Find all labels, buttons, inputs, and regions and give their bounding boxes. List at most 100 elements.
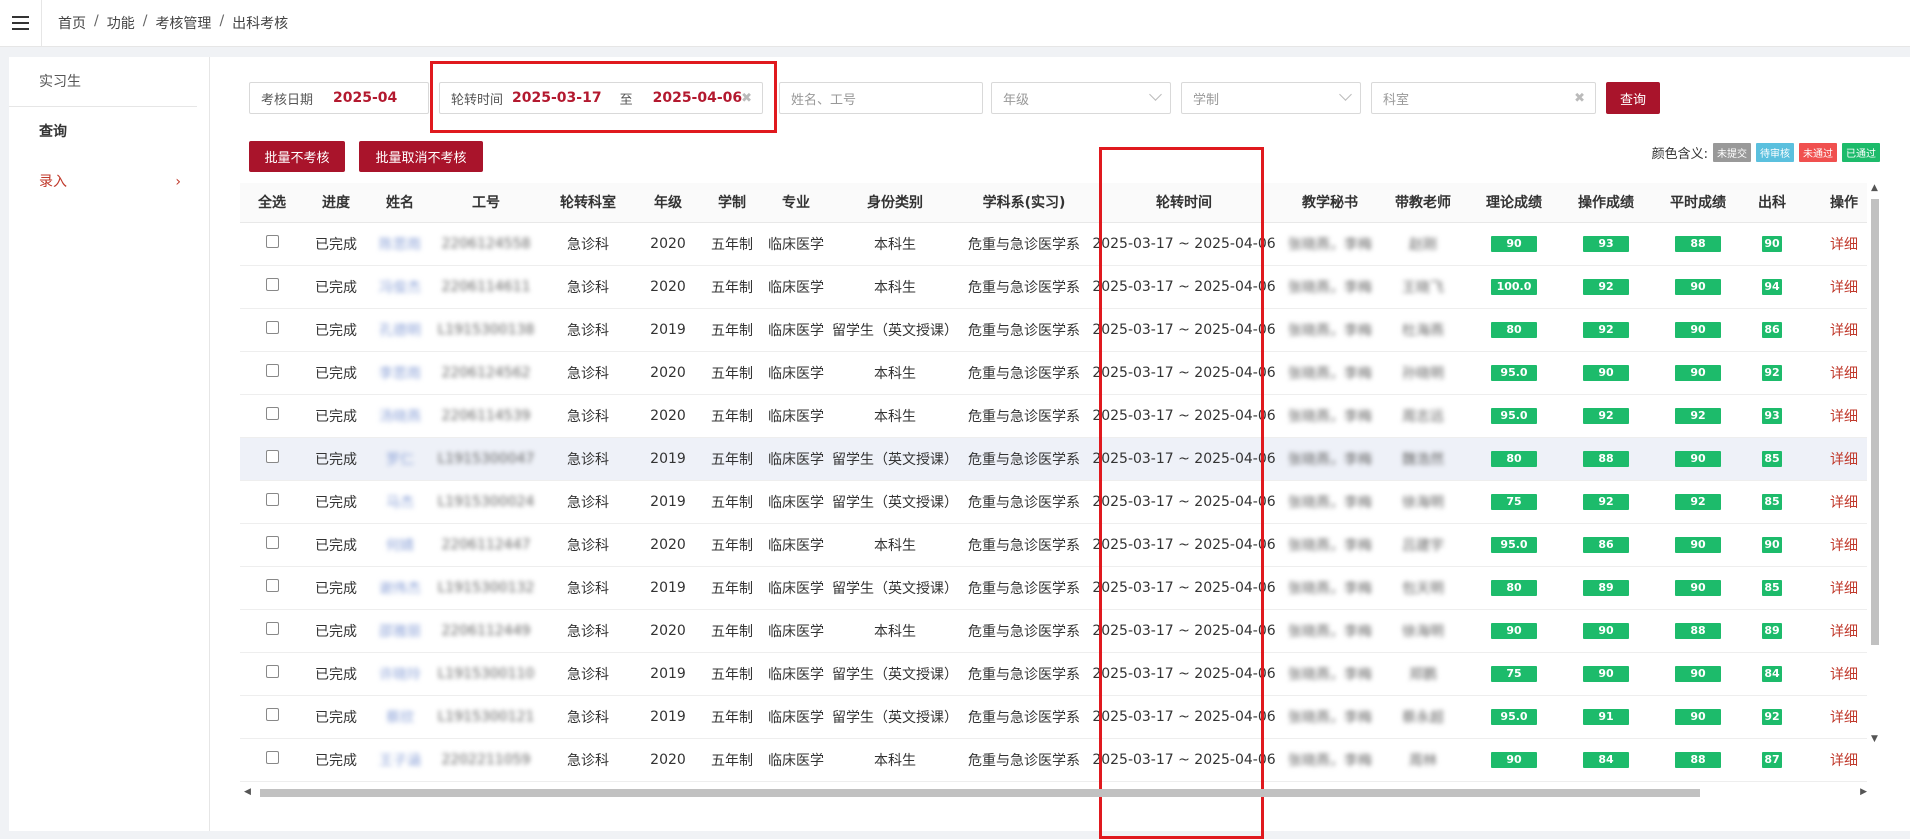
- cell-progress: 已完成: [304, 437, 368, 481]
- cell-grade-text: 2020: [650, 235, 686, 252]
- query-button[interactable]: 查询: [1606, 82, 1660, 114]
- cell-action-text[interactable]: 详细: [1830, 366, 1858, 382]
- cell-dept-text: 急诊科: [567, 537, 609, 554]
- cell-usual: 90: [1652, 523, 1744, 567]
- cell-discipline: 危重与急诊医学系: [962, 480, 1086, 524]
- cell-name-text[interactable]: 谢伟杰: [379, 581, 421, 597]
- batch-cancel-button[interactable]: 批量取消不考核: [359, 141, 483, 172]
- cell-dept-text: 急诊科: [567, 666, 609, 683]
- cell-system-text: 五年制: [711, 322, 753, 339]
- cell-system-text: 五年制: [711, 494, 753, 511]
- cell-name-text[interactable]: 冯俊杰: [379, 280, 421, 296]
- cell-action-text[interactable]: 详细: [1830, 538, 1858, 554]
- scroll-right-icon[interactable]: ▶: [1860, 787, 1867, 797]
- vertical-scroll-thumb[interactable]: [1871, 199, 1879, 645]
- cell-action-text[interactable]: 详细: [1830, 753, 1858, 769]
- cell-secretary: 张晓燕，李梅: [1282, 523, 1378, 567]
- menu-toggle[interactable]: [0, 0, 42, 47]
- cell-select: [240, 222, 304, 266]
- content-area: 考核日期 2025-04 轮转时间 2025-03-17 至 2025-04-0…: [240, 57, 1890, 839]
- cell-action-text[interactable]: 详细: [1830, 624, 1858, 640]
- clear-icon[interactable]: ✖: [1574, 91, 1585, 106]
- row-checkbox[interactable]: [265, 321, 279, 334]
- cell-grade: 2020: [636, 222, 700, 266]
- cell-secretary-text: 张晓燕，李梅: [1288, 709, 1372, 726]
- grade-select[interactable]: 年级: [991, 82, 1171, 114]
- scroll-down-icon[interactable]: ▼: [1871, 734, 1878, 744]
- cell-out-text: 90: [1762, 236, 1782, 252]
- cell-action-text[interactable]: 详细: [1830, 710, 1858, 726]
- cell-name-text[interactable]: 许晓玲: [379, 667, 421, 683]
- cell-theory: 95.0: [1468, 523, 1560, 567]
- scroll-left-icon[interactable]: ◀: [244, 787, 251, 797]
- cell-system: 五年制: [700, 738, 764, 782]
- header-action: 操作: [1800, 183, 1867, 223]
- vertical-scrollbar[interactable]: ▲ ▼: [1869, 183, 1881, 744]
- row-checkbox[interactable]: [265, 622, 279, 635]
- row-checkbox[interactable]: [265, 751, 279, 764]
- cell-grade: 2019: [636, 695, 700, 739]
- sidebar-item-entry[interactable]: 录入 ›: [9, 157, 209, 207]
- row-checkbox[interactable]: [265, 493, 279, 506]
- header-select-all[interactable]: 全选: [240, 183, 304, 223]
- cell-teacher-text: 孙晓明: [1402, 365, 1444, 382]
- table-row: 已完成 谢伟杰 L1915300132 急诊科 2019 五年制 临床医学 留学生（英文授课）…: [240, 566, 1867, 610]
- cell-name-text[interactable]: 邵雅丽: [379, 624, 421, 640]
- cell-name: 邵雅丽: [368, 609, 432, 653]
- cell-name-text[interactable]: 马杰: [386, 495, 414, 511]
- cell-type: 留学生（英文授课）: [828, 695, 962, 739]
- batch-no-exam-button[interactable]: 批量不考核: [249, 141, 345, 172]
- cell-name-text[interactable]: 孔德明: [379, 323, 421, 339]
- name-id-input[interactable]: 姓名、工号: [779, 82, 983, 114]
- row-checkbox[interactable]: [265, 450, 279, 463]
- cell-progress-text: 已完成: [315, 322, 357, 339]
- breadcrumb-function[interactable]: 功能: [107, 13, 135, 33]
- cell-discipline: 危重与急诊医学系: [962, 609, 1086, 653]
- cell-action-text[interactable]: 详细: [1830, 280, 1858, 296]
- scroll-up-icon[interactable]: ▲: [1871, 183, 1878, 193]
- cell-usual: 88: [1652, 609, 1744, 653]
- cell-progress-text: 已完成: [315, 451, 357, 468]
- cell-name-text[interactable]: 李思雨: [379, 366, 421, 382]
- cell-name-text[interactable]: 王子涵: [379, 753, 421, 769]
- cell-discipline-text: 危重与急诊医学系: [968, 236, 1080, 253]
- cell-operation-text: 92: [1583, 322, 1629, 338]
- cell-theory-text: 80: [1491, 322, 1537, 338]
- cell-name-text[interactable]: 何婧: [386, 538, 414, 554]
- cell-id-text: L1915300047: [437, 450, 535, 467]
- cell-major-text: 临床医学: [768, 408, 824, 425]
- cell-action-text[interactable]: 详细: [1830, 323, 1858, 339]
- cell-action-text[interactable]: 详细: [1830, 667, 1858, 683]
- row-checkbox[interactable]: [265, 407, 279, 420]
- row-checkbox[interactable]: [265, 235, 279, 248]
- breadcrumb-exam-mgmt[interactable]: 考核管理: [155, 13, 211, 33]
- cell-action-text[interactable]: 详细: [1830, 237, 1858, 253]
- system-select[interactable]: 学制: [1181, 82, 1361, 114]
- cell-name-text[interactable]: 蔡欣: [386, 710, 414, 726]
- cell-out: 94: [1744, 265, 1800, 309]
- row-checkbox[interactable]: [265, 278, 279, 291]
- cell-name-text[interactable]: 陈思雨: [379, 237, 421, 253]
- row-checkbox[interactable]: [265, 665, 279, 678]
- cell-action-text[interactable]: 详细: [1830, 452, 1858, 468]
- horizontal-scrollbar[interactable]: ◀ ▶: [244, 787, 1867, 799]
- cell-secretary-text: 张晓燕，李梅: [1288, 752, 1372, 769]
- horizontal-scroll-thumb[interactable]: [260, 789, 1700, 797]
- row-checkbox[interactable]: [265, 708, 279, 721]
- cell-action-text[interactable]: 详细: [1830, 581, 1858, 597]
- row-checkbox[interactable]: [265, 579, 279, 592]
- cell-teacher: 徐海明: [1378, 609, 1468, 653]
- cell-action-text[interactable]: 详细: [1830, 409, 1858, 425]
- row-checkbox[interactable]: [265, 536, 279, 549]
- breadcrumb-home[interactable]: 首页: [58, 13, 86, 33]
- rotation-highlight-box: [430, 61, 777, 133]
- cell-name-text[interactable]: 汤晓燕: [379, 409, 421, 425]
- sidebar-item-query[interactable]: 查询: [9, 107, 209, 157]
- cell-action-text[interactable]: 详细: [1830, 495, 1858, 511]
- exam-date-picker[interactable]: 考核日期 2025-04: [249, 82, 429, 114]
- cell-name-text[interactable]: 罗仁: [386, 452, 414, 468]
- cell-operation-text: 89: [1583, 580, 1629, 596]
- cell-progress-text: 已完成: [315, 236, 357, 253]
- row-checkbox[interactable]: [265, 364, 279, 377]
- dept-select[interactable]: 科室 ✖: [1371, 82, 1596, 114]
